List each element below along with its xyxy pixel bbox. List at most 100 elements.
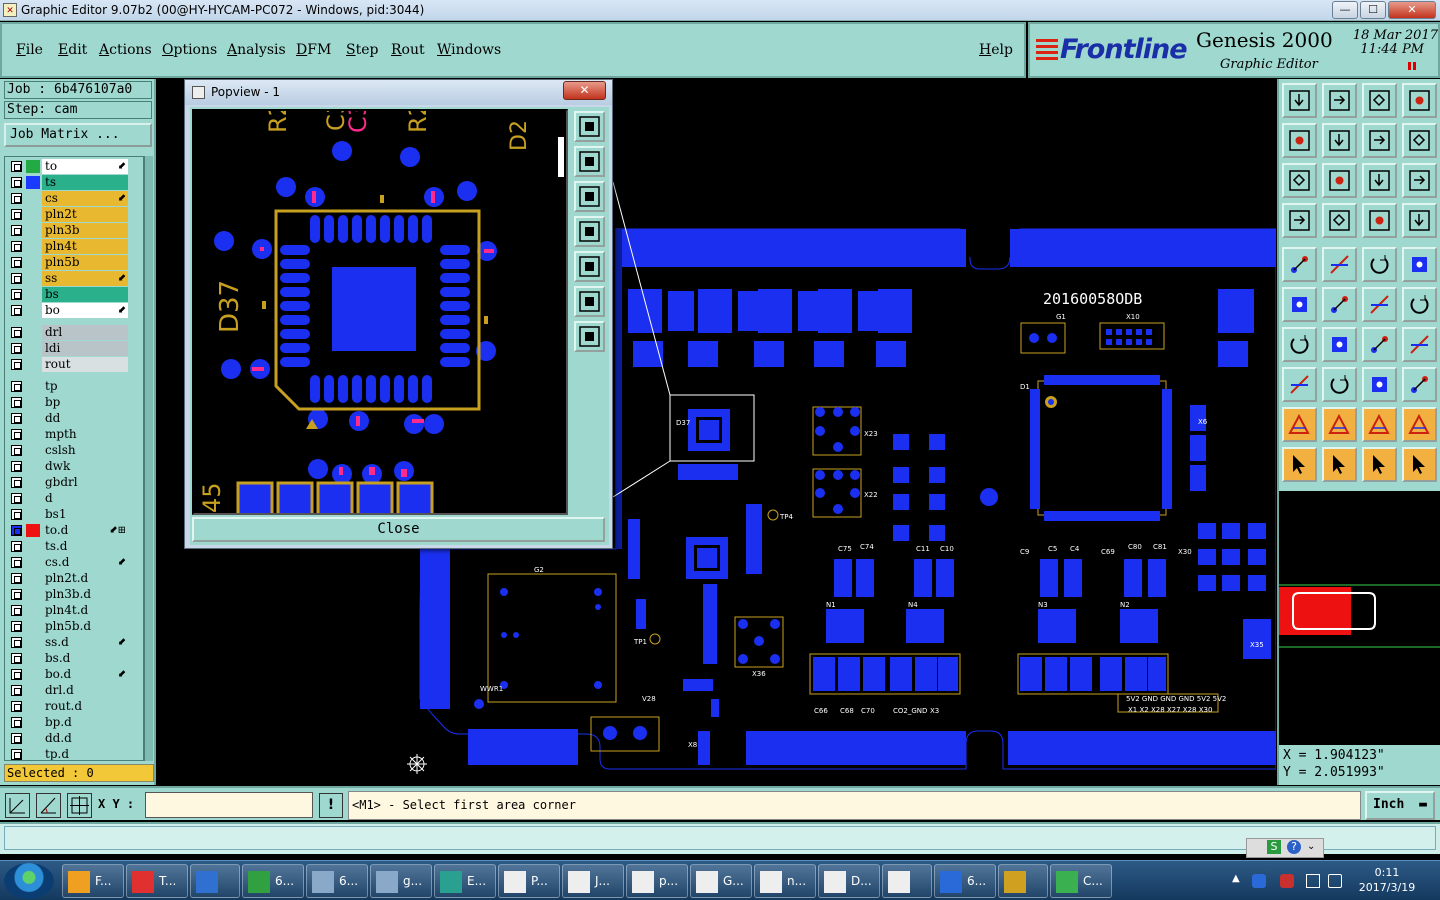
resize-button[interactable] — [1362, 367, 1397, 402]
copy-button[interactable] — [1402, 287, 1437, 322]
select-path-button[interactable] — [1402, 447, 1437, 482]
layer-checkbox[interactable] — [11, 669, 22, 680]
select-button[interactable] — [1282, 447, 1317, 482]
layer-checkbox[interactable] — [11, 733, 22, 744]
units-selector[interactable]: Inch ▬ — [1365, 791, 1435, 820]
taskbar-item[interactable]: T... — [126, 864, 188, 898]
grid-snap-icon[interactable] — [67, 793, 92, 818]
layer-checkbox[interactable] — [11, 573, 22, 584]
open-job-button[interactable] — [1282, 83, 1317, 118]
layer-row[interactable]: to ⬋ — [5, 159, 129, 174]
input-method-icon[interactable]: S — [1267, 840, 1281, 854]
taskbar-item[interactable] — [998, 864, 1048, 898]
layer-color-swatch[interactable] — [26, 342, 40, 355]
layer-name[interactable]: ss ⬋ — [42, 271, 128, 286]
layer-name[interactable]: to.d ⬋⊞ — [42, 523, 128, 538]
layer-name[interactable]: drl — [42, 325, 128, 340]
layer-color-swatch[interactable] — [26, 700, 40, 713]
layer-color-swatch[interactable] — [26, 240, 40, 253]
layer-checkbox[interactable] — [11, 541, 22, 552]
triangle-button[interactable] — [1282, 407, 1317, 442]
layer-row[interactable]: drl.d — [5, 683, 129, 698]
layer-name[interactable]: pln3b — [42, 223, 128, 238]
layer-color-swatch[interactable] — [26, 380, 40, 393]
layer-color-swatch[interactable] — [26, 288, 40, 301]
layer-row[interactable]: ss.d ⬋ — [5, 635, 129, 650]
layer-checkbox[interactable] — [11, 209, 22, 220]
layer-checkbox[interactable] — [11, 525, 22, 536]
layer-name[interactable]: rout.d — [42, 699, 128, 714]
layer-color-swatch[interactable] — [26, 732, 40, 745]
volume-icon[interactable] — [1328, 874, 1342, 888]
job-matrix-button[interactable]: Job Matrix ... — [4, 123, 152, 147]
redraw-button[interactable] — [1402, 123, 1437, 158]
pause-icon[interactable] — [1408, 62, 1418, 70]
layer-checkbox[interactable] — [11, 343, 22, 354]
layer-color-swatch[interactable] — [26, 444, 40, 457]
layer-checkbox[interactable] — [11, 327, 22, 338]
layer-checkbox[interactable] — [11, 289, 22, 300]
layer-color-swatch[interactable] — [26, 508, 40, 521]
layer-color-swatch[interactable] — [26, 272, 40, 285]
layer-row[interactable]: dd.d — [5, 731, 129, 746]
layer-name[interactable]: to ⬋ — [42, 159, 128, 174]
layer-name[interactable]: drl.d — [42, 683, 128, 698]
layer-row[interactable]: gbdrl — [5, 475, 129, 490]
layer-name[interactable]: pln2t — [42, 207, 128, 222]
scale-1-2-button[interactable] — [1362, 163, 1397, 198]
layer-name[interactable]: pln5b — [42, 255, 128, 270]
menu-options[interactable]: Options — [162, 42, 217, 58]
menu-actions[interactable]: Actions — [99, 42, 152, 58]
pv-center-button[interactable] — [574, 321, 605, 352]
layer-color-swatch[interactable] — [26, 304, 40, 317]
layer-checkbox[interactable] — [11, 257, 22, 268]
layer-checkbox[interactable] — [11, 225, 22, 236]
layer-name[interactable]: bs — [42, 287, 128, 302]
layer-color-swatch[interactable] — [26, 572, 40, 585]
layer-name[interactable]: bp.d — [42, 715, 128, 730]
layer-row[interactable]: drl — [5, 325, 129, 340]
layer-name[interactable]: rout — [42, 357, 128, 372]
layer-name[interactable]: pln4t — [42, 239, 128, 254]
layer-row[interactable]: ts.d — [5, 539, 129, 554]
rotate-button[interactable] — [1362, 327, 1397, 362]
layer-row[interactable]: dwk — [5, 459, 129, 474]
layer-checkbox[interactable] — [11, 273, 22, 284]
layer-color-swatch[interactable] — [26, 460, 40, 473]
layer-row[interactable]: tp — [5, 379, 129, 394]
layer-name[interactable]: cs.d ⬋ — [42, 555, 128, 570]
layer-name[interactable]: pln3b.d — [42, 587, 128, 602]
layer-name[interactable]: dd.d — [42, 731, 128, 746]
taskbar-item[interactable] — [882, 864, 932, 898]
execute-button[interactable]: ! — [319, 793, 343, 818]
layer-row[interactable]: ldi — [5, 341, 129, 356]
minimize-button[interactable]: — — [1332, 1, 1358, 19]
query-button[interactable] — [1402, 163, 1437, 198]
layer-color-swatch[interactable] — [26, 358, 40, 371]
menu-edit[interactable]: Edit — [58, 42, 87, 58]
layer-color-swatch[interactable] — [26, 716, 40, 729]
taskbar-item[interactable]: 6... — [242, 864, 304, 898]
layer-checkbox[interactable] — [11, 509, 22, 520]
layer-row[interactable]: bs — [5, 287, 129, 302]
layer-name[interactable]: bs.d — [42, 651, 128, 666]
line-mode-icon[interactable] — [5, 793, 30, 818]
layer-row[interactable]: ts — [5, 175, 129, 190]
layer-display-button[interactable] — [1402, 203, 1437, 238]
layer-name[interactable]: ts — [42, 175, 128, 190]
layer-checkbox[interactable] — [11, 637, 22, 648]
layer-checkbox[interactable] — [11, 605, 22, 616]
layer-name[interactable]: tp — [42, 379, 128, 394]
arc-button[interactable] — [1322, 407, 1357, 442]
menu-help[interactable]: Help — [979, 42, 1013, 58]
layer-name[interactable]: ts.d — [42, 539, 128, 554]
layer-checkbox[interactable] — [11, 749, 22, 760]
layer-checkbox[interactable] — [11, 241, 22, 252]
layer-checkbox[interactable] — [11, 685, 22, 696]
layer-checkbox[interactable] — [11, 557, 22, 568]
layer-row[interactable]: ss ⬋ — [5, 271, 129, 286]
layer-name[interactable]: ss.d ⬋ — [42, 635, 128, 650]
snap-button[interactable] — [1282, 367, 1317, 402]
layer-color-swatch[interactable] — [26, 556, 40, 569]
cross-button[interactable] — [1322, 287, 1357, 322]
